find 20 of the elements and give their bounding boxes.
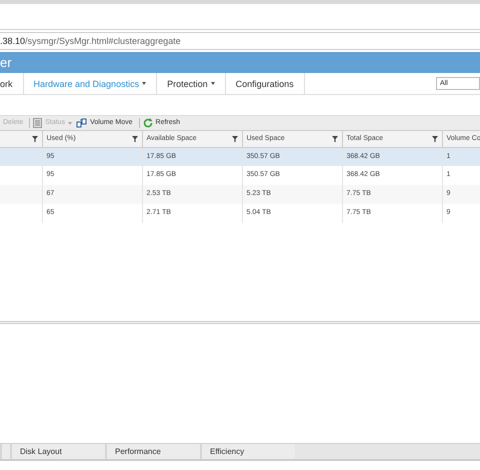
list-icon (33, 118, 42, 128)
detail-tab[interactable]: Performance (105, 444, 200, 459)
filter-icon[interactable] (32, 136, 38, 142)
nav-tab[interactable]: ork (0, 72, 13, 94)
nav-tab[interactable]: Hardware and Diagnostics (34, 72, 140, 94)
filter-icon[interactable] (332, 136, 338, 142)
filter-icon[interactable] (232, 136, 238, 142)
filter-icon[interactable] (132, 136, 138, 142)
caret-icon[interactable] (210, 82, 215, 85)
caret-icon[interactable] (142, 82, 146, 85)
detail-tab[interactable]: Efficiency (200, 444, 295, 459)
app-title: er (0, 55, 12, 70)
filter-icon[interactable] (432, 136, 438, 142)
volume-move-icon (76, 118, 88, 128)
url-text[interactable]: .38.10/sysmgr/SysMgr.html#clusteraggregate (0, 36, 181, 46)
refresh-icon (142, 118, 153, 128)
detail-tab[interactable]: Disk Layout (10, 444, 105, 459)
caret-icon (68, 122, 72, 124)
nav-tab[interactable]: Configurations (236, 72, 294, 94)
nav-tab[interactable]: Protection (167, 72, 208, 94)
